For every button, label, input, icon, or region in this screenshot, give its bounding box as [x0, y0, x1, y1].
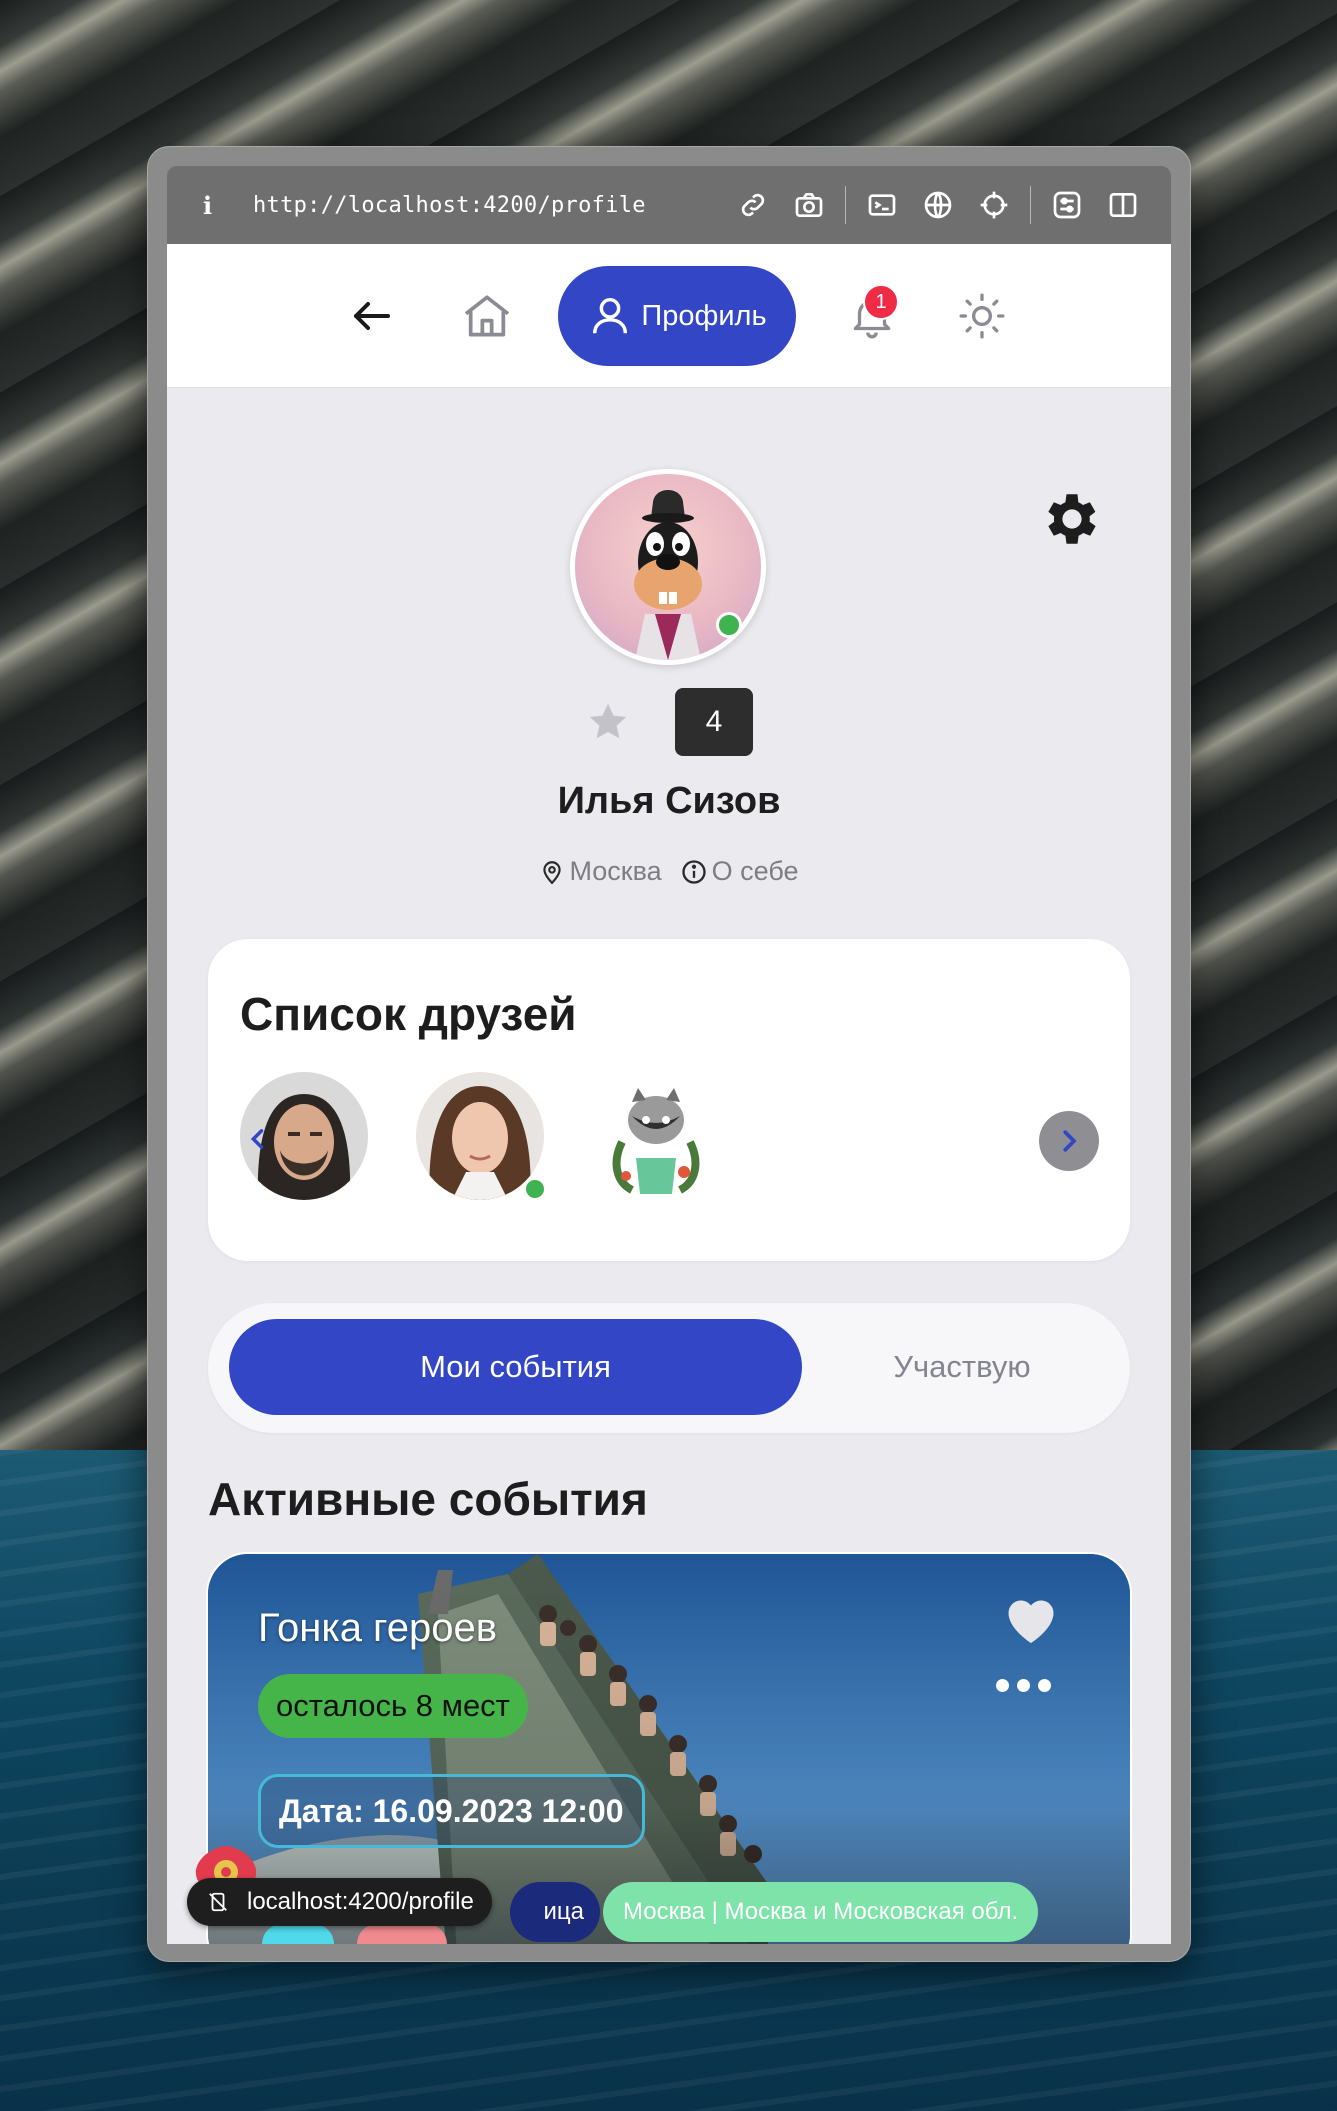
home-button[interactable] [447, 266, 527, 366]
heart-icon[interactable] [1001, 1590, 1061, 1646]
address-bar[interactable]: http://localhost:4200/profile [253, 193, 646, 218]
info-icon [681, 859, 706, 884]
toolbar-divider [845, 186, 846, 224]
event-location-tag: Москва | Москва и Московская обл. [603, 1882, 1039, 1942]
friends-title: Список друзей [240, 988, 577, 1040]
about-label: О себе [711, 856, 799, 886]
theme-toggle-button[interactable] [947, 266, 1017, 366]
event-tag [262, 1924, 334, 1944]
rating-value: 4 [675, 688, 753, 756]
friend-avatar[interactable] [592, 1072, 720, 1200]
browser-toolbar: i http://localhost:4200/profile [167, 166, 1171, 244]
user-city: Москва [569, 856, 662, 886]
toolbar-divider [1030, 186, 1031, 224]
map-pin-icon [543, 860, 562, 884]
tab-participating[interactable]: Участвую [802, 1319, 1122, 1415]
active-events-title: Активные события [208, 1473, 648, 1525]
user-location: Москва [539, 856, 662, 887]
no-preview-icon [209, 1892, 227, 1912]
event-tag [357, 1924, 447, 1944]
about-link[interactable]: О себе [680, 856, 799, 887]
sun-icon [959, 293, 1005, 339]
terminal-icon[interactable] [854, 166, 910, 244]
user-meta: Москва О себе [167, 856, 1171, 887]
events-tab-switcher: Мои события Участвую [208, 1303, 1130, 1433]
user-name: Илья Сизов [557, 780, 781, 822]
app-viewport: Профиль 1 4 Илья Сизов Москва О себе Спи… [167, 244, 1171, 1944]
event-title: Гонка героев [258, 1606, 498, 1650]
notification-badge: 1 [863, 284, 899, 320]
top-navigation: Профиль 1 [167, 244, 1171, 388]
menu-dot [1017, 1679, 1030, 1692]
link-status-tooltip: localhost:4200/profile [187, 1878, 492, 1926]
menu-dot [1038, 1679, 1051, 1692]
split-view-icon[interactable] [1095, 166, 1151, 244]
camera-icon[interactable] [781, 166, 837, 244]
arrow-left-icon [354, 302, 390, 330]
event-category-tag: ица [510, 1882, 600, 1942]
globe-icon[interactable] [910, 166, 966, 244]
friends-card: Список друзей [208, 939, 1130, 1261]
friend-online-dot [523, 1177, 547, 1201]
settings-gear-icon[interactable] [1039, 486, 1105, 552]
carousel-next-button[interactable] [1039, 1111, 1099, 1171]
star-icon [585, 699, 631, 745]
tab-my-events[interactable]: Мои события [229, 1319, 802, 1415]
profile-nav-button[interactable]: Профиль [558, 266, 796, 366]
user-icon [593, 297, 628, 334]
crosshair-icon[interactable] [966, 166, 1022, 244]
more-options-icon[interactable] [996, 1679, 1052, 1697]
menu-dot [996, 1679, 1009, 1692]
sliders-icon[interactable] [1039, 166, 1095, 244]
carousel-prev-button[interactable] [238, 1117, 278, 1161]
profile-avatar[interactable] [570, 469, 766, 665]
link-icon[interactable] [725, 166, 781, 244]
back-button[interactable] [337, 266, 407, 366]
home-icon [464, 295, 510, 337]
chevron-left-icon [250, 1129, 264, 1149]
event-seats-badge: осталось 8 мест [258, 1674, 528, 1738]
chevron-right-icon [1063, 1130, 1077, 1152]
event-date-badge: Дата: 16.09.2023 12:00 [258, 1774, 645, 1848]
online-status-dot [716, 612, 742, 638]
site-info-icon[interactable]: i [203, 191, 231, 220]
profile-nav-label: Профиль [641, 299, 767, 332]
status-url: localhost:4200/profile [247, 1888, 474, 1915]
